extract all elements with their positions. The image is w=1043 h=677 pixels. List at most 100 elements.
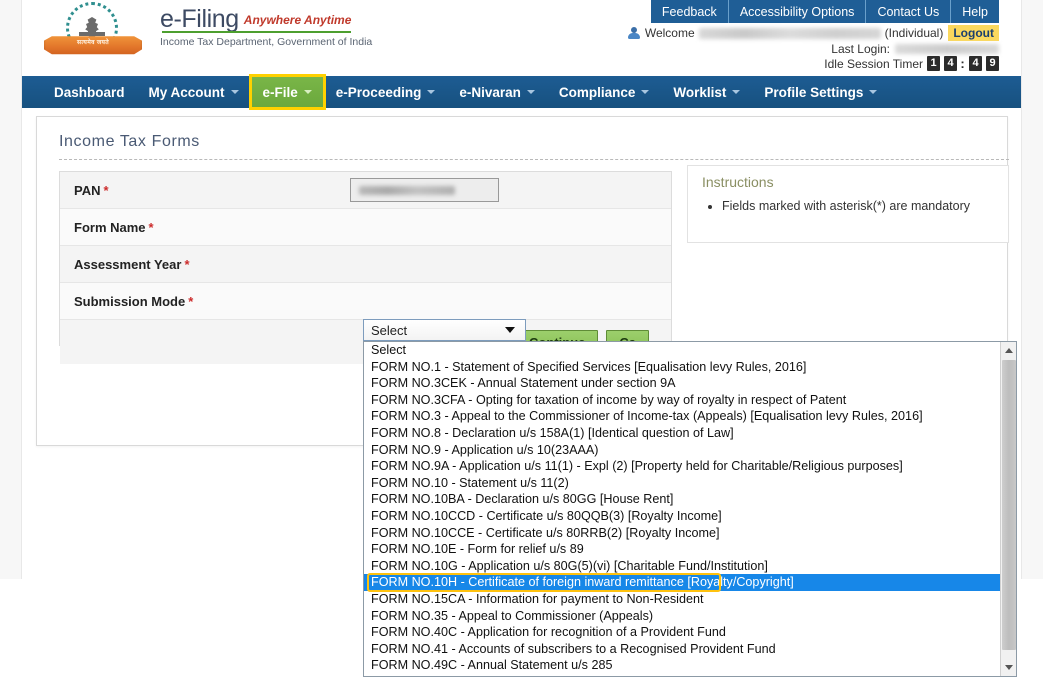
dropdown-option[interactable]: FORM NO.8 - Declaration u/s 158A(1) [Ide…: [364, 425, 1001, 442]
nav-label-dashboard: Dashboard: [54, 84, 125, 100]
dropdown-option[interactable]: FORM NO.1 - Statement of Specified Servi…: [364, 359, 1001, 376]
nav-label-compliance: Compliance: [558, 84, 636, 100]
instructions-item: Fields marked with asterisk(*) are manda…: [722, 198, 970, 214]
page-frame: सत्यमेव जयते e-Filing Anywhere Anytime In…: [0, 0, 1043, 677]
dropdown-option[interactable]: FORM NO.35 - Appeal to Commissioner (App…: [364, 608, 1001, 625]
nav-item-profile-settings[interactable]: Profile Settings: [752, 76, 889, 108]
welcome-row: Welcome (Individual) Logout: [627, 24, 999, 42]
form-name-dropdown-list[interactable]: Select FORM NO.1 - Statement of Specified…: [363, 341, 1017, 677]
user-type-label: (Individual): [884, 26, 944, 40]
label-assessment-year-text: Assessment Year: [74, 256, 182, 272]
form-name-select-value: Select: [371, 322, 408, 338]
nav-label-my-account: My Account: [148, 84, 225, 100]
emblem-base: [79, 32, 105, 36]
brand-subtitle: Income Tax Department, Government of Ind…: [160, 36, 373, 48]
content-area: Income Tax Forms PAN * Form Name * Asses…: [22, 108, 1021, 677]
dropdown-option[interactable]: FORM NO.10BA - Declaration u/s 80GG [Hou…: [364, 491, 1001, 508]
india-emblem-icon: सत्यमेव जयते: [44, 2, 142, 64]
dropdown-option[interactable]: FORM NO.10CCE - Certificate u/s 80RRB(2)…: [364, 525, 1001, 542]
nav-item-e-proceeding[interactable]: e-Proceeding: [324, 76, 448, 108]
dropdown-option[interactable]: FORM NO.41 - Accounts of subscribers to …: [364, 641, 1001, 658]
site-header: सत्यमेव जयते e-Filing Anywhere Anytime In…: [22, 0, 1021, 76]
label-submission-mode: Submission Mode *: [60, 294, 350, 309]
dropdown-option[interactable]: FORM NO.10E - Form for relief u/s 89: [364, 541, 1001, 558]
chevron-down-icon: [641, 90, 650, 94]
dropdown-option[interactable]: Select: [364, 342, 1001, 359]
main-navigation: Dashboard My Account e-File e-Proceeding…: [22, 74, 1021, 110]
required-asterisk: *: [103, 182, 109, 198]
top-link-help[interactable]: Help: [951, 0, 999, 23]
form-name-select[interactable]: Select: [363, 319, 526, 341]
user-name-masked: [698, 27, 881, 39]
title-divider: [59, 159, 1009, 160]
required-asterisk: *: [184, 256, 190, 272]
label-pan-text: PAN: [74, 182, 101, 198]
nav-item-compliance[interactable]: Compliance: [547, 76, 662, 108]
nav-item-e-nivaran[interactable]: e-Nivaran: [447, 76, 547, 108]
scrollbar-thumb[interactable]: [1002, 360, 1016, 650]
dropdown-option[interactable]: FORM NO.40C - Application for recognitio…: [364, 624, 1001, 641]
pan-value-cell: [350, 178, 671, 202]
timer-colon: :: [960, 56, 965, 71]
form-row-form-name: Form Name *: [60, 209, 671, 246]
dropdown-option[interactable]: FORM NO.15CA - Information for payment t…: [364, 591, 1001, 608]
chevron-down-icon: [303, 90, 312, 94]
nav-label-profile-settings: Profile Settings: [764, 84, 864, 100]
top-link-contact-us[interactable]: Contact Us: [866, 0, 952, 23]
dropdown-scrollbar[interactable]: [1000, 342, 1016, 676]
required-asterisk: *: [148, 219, 154, 235]
dropdown-option[interactable]: FORM NO.10 - Statement u/s 11(2): [364, 475, 1001, 492]
dropdown-option[interactable]: FORM NO.9A - Application u/s 11(1) - Exp…: [364, 458, 1001, 475]
dropdown-option[interactable]: FORM NO.3 - Appeal to the Commissioner o…: [364, 408, 1001, 425]
nav-item-my-account[interactable]: My Account: [137, 76, 251, 108]
top-link-bar: Feedback Accessibility Options Contact U…: [650, 0, 999, 23]
chevron-down-icon: [505, 327, 515, 333]
label-submission-mode-text: Submission Mode: [74, 293, 186, 309]
required-asterisk: *: [188, 293, 194, 309]
timer-digit-3: 4: [969, 56, 982, 71]
timer-digit-2: 4: [944, 56, 957, 71]
last-login-row: Last Login:: [831, 42, 999, 56]
nav-label-e-nivaran: e-Nivaran: [459, 84, 521, 100]
timer-digit-1: 1: [927, 56, 940, 71]
dropdown-option[interactable]: FORM NO.10CCD - Certificate u/s 80QQB(3)…: [364, 508, 1001, 525]
top-link-accessibility-options[interactable]: Accessibility Options: [729, 0, 867, 23]
page-gutter-left: [0, 0, 22, 579]
page-title: Income Tax Forms: [59, 133, 200, 150]
form-row-pan: PAN *: [60, 172, 671, 209]
dropdown-option[interactable]: FORM NO.3CFA - Opting for taxation of in…: [364, 392, 1001, 409]
brand-underline: [162, 31, 351, 33]
instructions-item-text: Fields marked with asterisk(*) are manda…: [722, 199, 970, 213]
nav-label-e-file: e-File: [262, 84, 298, 100]
form-row-submission-mode: Submission Mode *: [60, 283, 671, 320]
last-login-label: Last Login:: [831, 42, 890, 56]
nav-label-worklist: Worklist: [673, 84, 727, 100]
nav-item-worklist[interactable]: Worklist: [661, 76, 752, 108]
welcome-label: Welcome: [644, 26, 695, 40]
scroll-down-arrow-icon[interactable]: [1001, 659, 1016, 676]
nav-item-dashboard[interactable]: Dashboard: [42, 76, 137, 108]
chevron-down-icon: [230, 90, 239, 94]
label-form-name-text: Form Name: [74, 219, 146, 235]
dropdown-option[interactable]: FORM NO.3CEK - Annual Statement under se…: [364, 375, 1001, 392]
label-form-name: Form Name *: [60, 220, 350, 235]
chevron-down-icon: [427, 90, 436, 94]
logout-button[interactable]: Logout: [948, 25, 999, 41]
dropdown-option[interactable]: FORM NO.10G - Application u/s 80G(5)(vi)…: [364, 558, 1001, 575]
nav-label-e-proceeding: e-Proceeding: [335, 84, 422, 100]
user-avatar-icon: [627, 26, 641, 40]
instructions-panel: Instructions Fields marked with asterisk…: [687, 165, 1009, 243]
dropdown-options[interactable]: Select FORM NO.1 - Statement of Specified…: [364, 342, 1001, 676]
top-link-feedback[interactable]: Feedback: [651, 0, 729, 23]
brand-title: e-Filing: [160, 5, 239, 33]
dropdown-option[interactable]: FORM NO.49C - Annual Statement u/s 285: [364, 657, 1001, 674]
dropdown-option-selected[interactable]: FORM NO.10H - Certificate of foreign inw…: [364, 574, 1001, 591]
nav-item-e-file[interactable]: e-File: [248, 74, 326, 110]
scroll-up-arrow-icon[interactable]: [1001, 342, 1016, 359]
label-assessment-year: Assessment Year *: [60, 257, 350, 272]
dropdown-option[interactable]: FORM NO.9 - Application u/s 10(23AAA): [364, 442, 1001, 459]
brand-tagline: Anywhere Anytime: [243, 13, 352, 27]
label-pan: PAN *: [60, 183, 350, 198]
chevron-down-icon: [869, 90, 878, 94]
last-login-value-masked: [895, 44, 999, 54]
